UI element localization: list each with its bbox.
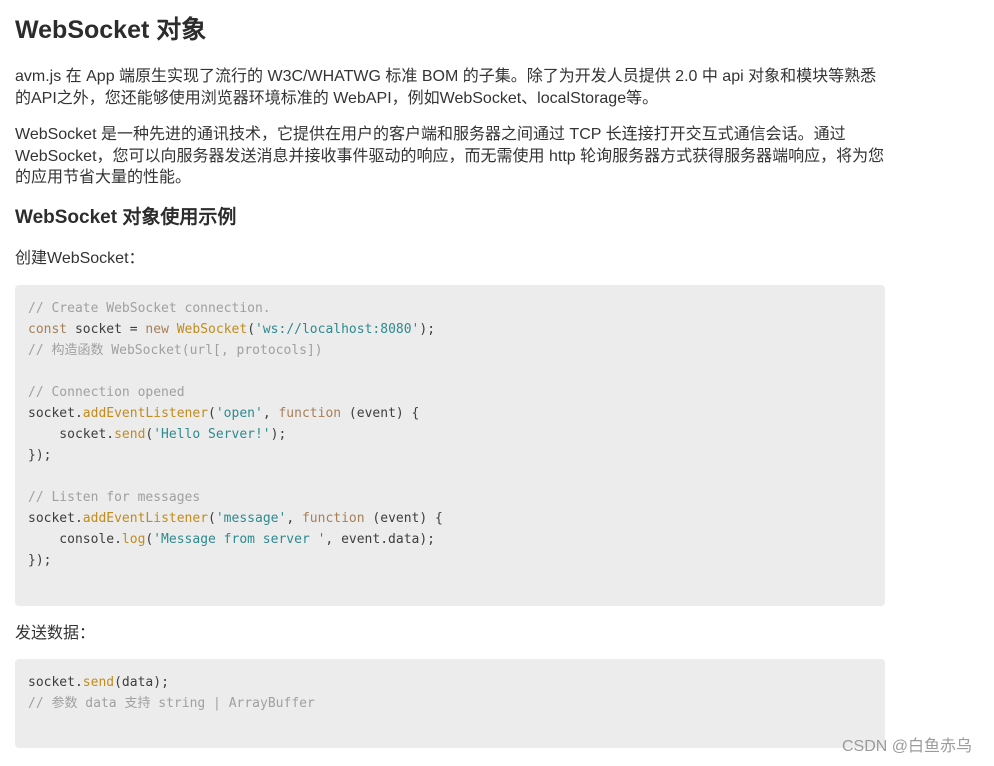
code-token: (data); [114,675,169,690]
section-heading: WebSocket 对象使用示例 [15,207,237,228]
code-token: ); [419,322,436,337]
code-token: // 构造函数 WebSocket(url[, protocols]) [28,343,323,358]
code-block-send: socket.send(data); // 参数 data 支持 string |… [15,659,885,748]
code-token: ( [208,406,216,421]
code-token: log [121,532,146,547]
code-token: ( [247,322,256,337]
code-token: const [28,322,68,337]
code-token: socket. [28,406,83,421]
code-token: // Listen for messages [28,490,201,505]
code-token: WebSocket [176,322,248,337]
code-line: // 参数 data 支持 string | ArrayBuffer [28,693,315,714]
code-token: 'open' [215,406,263,421]
websocket-description-paragraph: WebSocket 是一种先进的通讯技术，它提供在用户的客户端和服务器之间通过 … [15,126,885,186]
code-line: // Create WebSocket connection. [28,298,443,319]
code-line: console.log('Message from server ', even… [28,529,443,550]
code-line: socket.addEventListener('open', function… [28,403,443,424]
intro-paragraph: avm.js 在 App 端原生实现了流行的 W3C/WHATWG 标准 BOM… [15,68,877,107]
code-line: }); [28,550,443,571]
code-token: (event) { [364,511,443,526]
code-token: socket = [67,322,146,337]
csdn-watermark: CSDN @白鱼赤乌 [842,738,973,755]
code-token: (event) { [341,406,420,421]
code-line: socket.send(data); [28,672,315,693]
send-data-label: 发送数据： [15,625,96,642]
code-token: function [301,511,365,526]
code-line: // Listen for messages [28,487,443,508]
code-token: socket. [28,511,83,526]
code-token: socket. [28,427,115,442]
create-websocket-label: 创建WebSocket： [15,250,145,267]
code-token: new [145,322,169,337]
code-token: }); [28,448,52,463]
code-create-content: // Create WebSocket connection. const soc… [28,298,443,571]
code-token: socket. [28,675,83,690]
page-title: WebSocket 对象 [15,16,207,44]
code-token: 'Hello Server!' [153,427,271,442]
code-token: ); [270,427,287,442]
code-token: send [114,427,146,442]
code-token: 'message' [215,511,287,526]
code-line: socket.send('Hello Server!'); [28,424,443,445]
code-token: ( [208,511,216,526]
code-token: // Connection opened [28,385,185,400]
code-line: socket.addEventListener('message', funct… [28,508,443,529]
code-line: const socket = new WebSocket('ws://local… [28,319,443,340]
code-line: // 构造函数 WebSocket(url[, protocols]) [28,340,443,361]
code-line: }); [28,445,443,466]
code-send-content: socket.send(data); // 参数 data 支持 string |… [28,672,315,714]
code-token: send [82,675,115,690]
code-token: 'Message from server ' [153,532,326,547]
code-token: // 参数 data 支持 string | ArrayBuffer [28,696,315,711]
code-token: function [278,406,342,421]
code-token: addEventListener [82,406,209,421]
code-token: 'ws://localhost:8080' [255,322,420,337]
code-token: , event.data); [325,532,435,547]
code-token: , [286,511,302,526]
code-token: addEventListener [82,511,209,526]
code-token: , [262,406,279,421]
code-block-create: // Create WebSocket connection. const soc… [15,285,885,606]
code-token: console. [28,532,122,547]
code-token: }); [28,553,52,568]
code-token: // Create WebSocket connection. [28,301,271,316]
code-line: // Connection opened [28,382,443,403]
